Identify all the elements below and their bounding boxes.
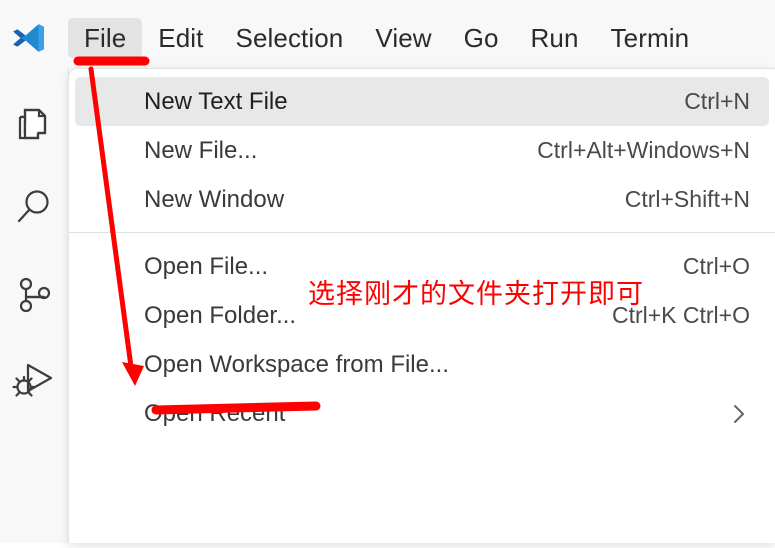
menubar-item-terminal-label: Termin	[610, 23, 690, 53]
menu-separator	[69, 232, 775, 233]
menu-item-open-folder[interactable]: Open Folder... Ctrl+K Ctrl+O	[75, 291, 769, 340]
menu-item-label: New Text File	[144, 87, 288, 115]
menubar-item-edit-label: Edit	[158, 23, 204, 53]
sidebar-item-explorer[interactable]	[0, 80, 68, 158]
run-and-debug-icon	[11, 356, 57, 402]
vscode-window: File Edit Selection View Go Run Termin N…	[0, 0, 775, 543]
activity-bar	[0, 68, 69, 543]
menu-item-open-file[interactable]: Open File... Ctrl+O	[75, 242, 769, 291]
menubar-item-terminal[interactable]: Termin	[595, 18, 706, 58]
menu-item-new-file[interactable]: New File... Ctrl+Alt+Windows+N	[75, 126, 769, 175]
menu-item-shortcut: Ctrl+K Ctrl+O	[611, 302, 750, 328]
menubar-item-run[interactable]: Run	[515, 18, 595, 58]
menu-item-label: New File...	[144, 136, 258, 164]
menubar[interactable]: File Edit Selection View Go Run Termin	[68, 18, 705, 58]
menubar-item-run-label: Run	[530, 23, 579, 53]
search-icon	[12, 185, 56, 229]
menu-item-label: Open File...	[144, 252, 269, 280]
file-menu-dropdown[interactable]: New Text File Ctrl+N New File... Ctrl+Al…	[68, 68, 775, 543]
menubar-item-go[interactable]: Go	[448, 18, 515, 58]
menu-item-shortcut: Ctrl+N	[684, 88, 750, 114]
menu-item-open-recent[interactable]: Open Recent	[75, 389, 769, 438]
menu-item-label: Open Recent	[144, 399, 286, 427]
menu-item-open-workspace-from-file[interactable]: Open Workspace from File...	[75, 340, 769, 389]
source-control-icon	[12, 273, 56, 317]
menubar-item-view[interactable]: View	[359, 18, 447, 58]
chevron-right-icon	[731, 401, 747, 427]
vscode-logo-icon	[8, 22, 48, 54]
menu-item-label: New Window	[144, 185, 285, 213]
menubar-item-file[interactable]: File	[68, 18, 143, 58]
menu-item-new-text-file[interactable]: New Text File Ctrl+N	[75, 77, 769, 126]
menu-item-label: Open Folder...	[144, 301, 297, 329]
menubar-item-edit[interactable]: Edit	[142, 18, 219, 58]
menu-item-new-window[interactable]: New Window Ctrl+Shift+N	[75, 175, 769, 224]
sidebar-item-source-control[interactable]	[0, 256, 68, 334]
files-icon	[12, 97, 56, 141]
menubar-item-selection-label: Selection	[235, 23, 344, 53]
menubar-item-view-label: View	[375, 23, 432, 53]
menu-item-shortcut: Ctrl+Alt+Windows+N	[537, 137, 750, 163]
sidebar-item-run-and-debug[interactable]	[0, 340, 68, 418]
menu-item-shortcut: Ctrl+Shift+N	[624, 186, 750, 212]
menubar-item-go-label: Go	[463, 23, 499, 53]
titlebar: File Edit Selection View Go Run Termin	[0, 0, 775, 68]
menubar-item-selection[interactable]: Selection	[220, 18, 360, 58]
sidebar-item-search[interactable]	[0, 168, 68, 246]
menu-item-shortcut: Ctrl+O	[682, 253, 750, 279]
menu-item-label: Open Workspace from File...	[144, 350, 449, 378]
menubar-item-file-label: File	[84, 23, 127, 53]
file-menu-list: New Text File Ctrl+N New File... Ctrl+Al…	[69, 69, 775, 438]
